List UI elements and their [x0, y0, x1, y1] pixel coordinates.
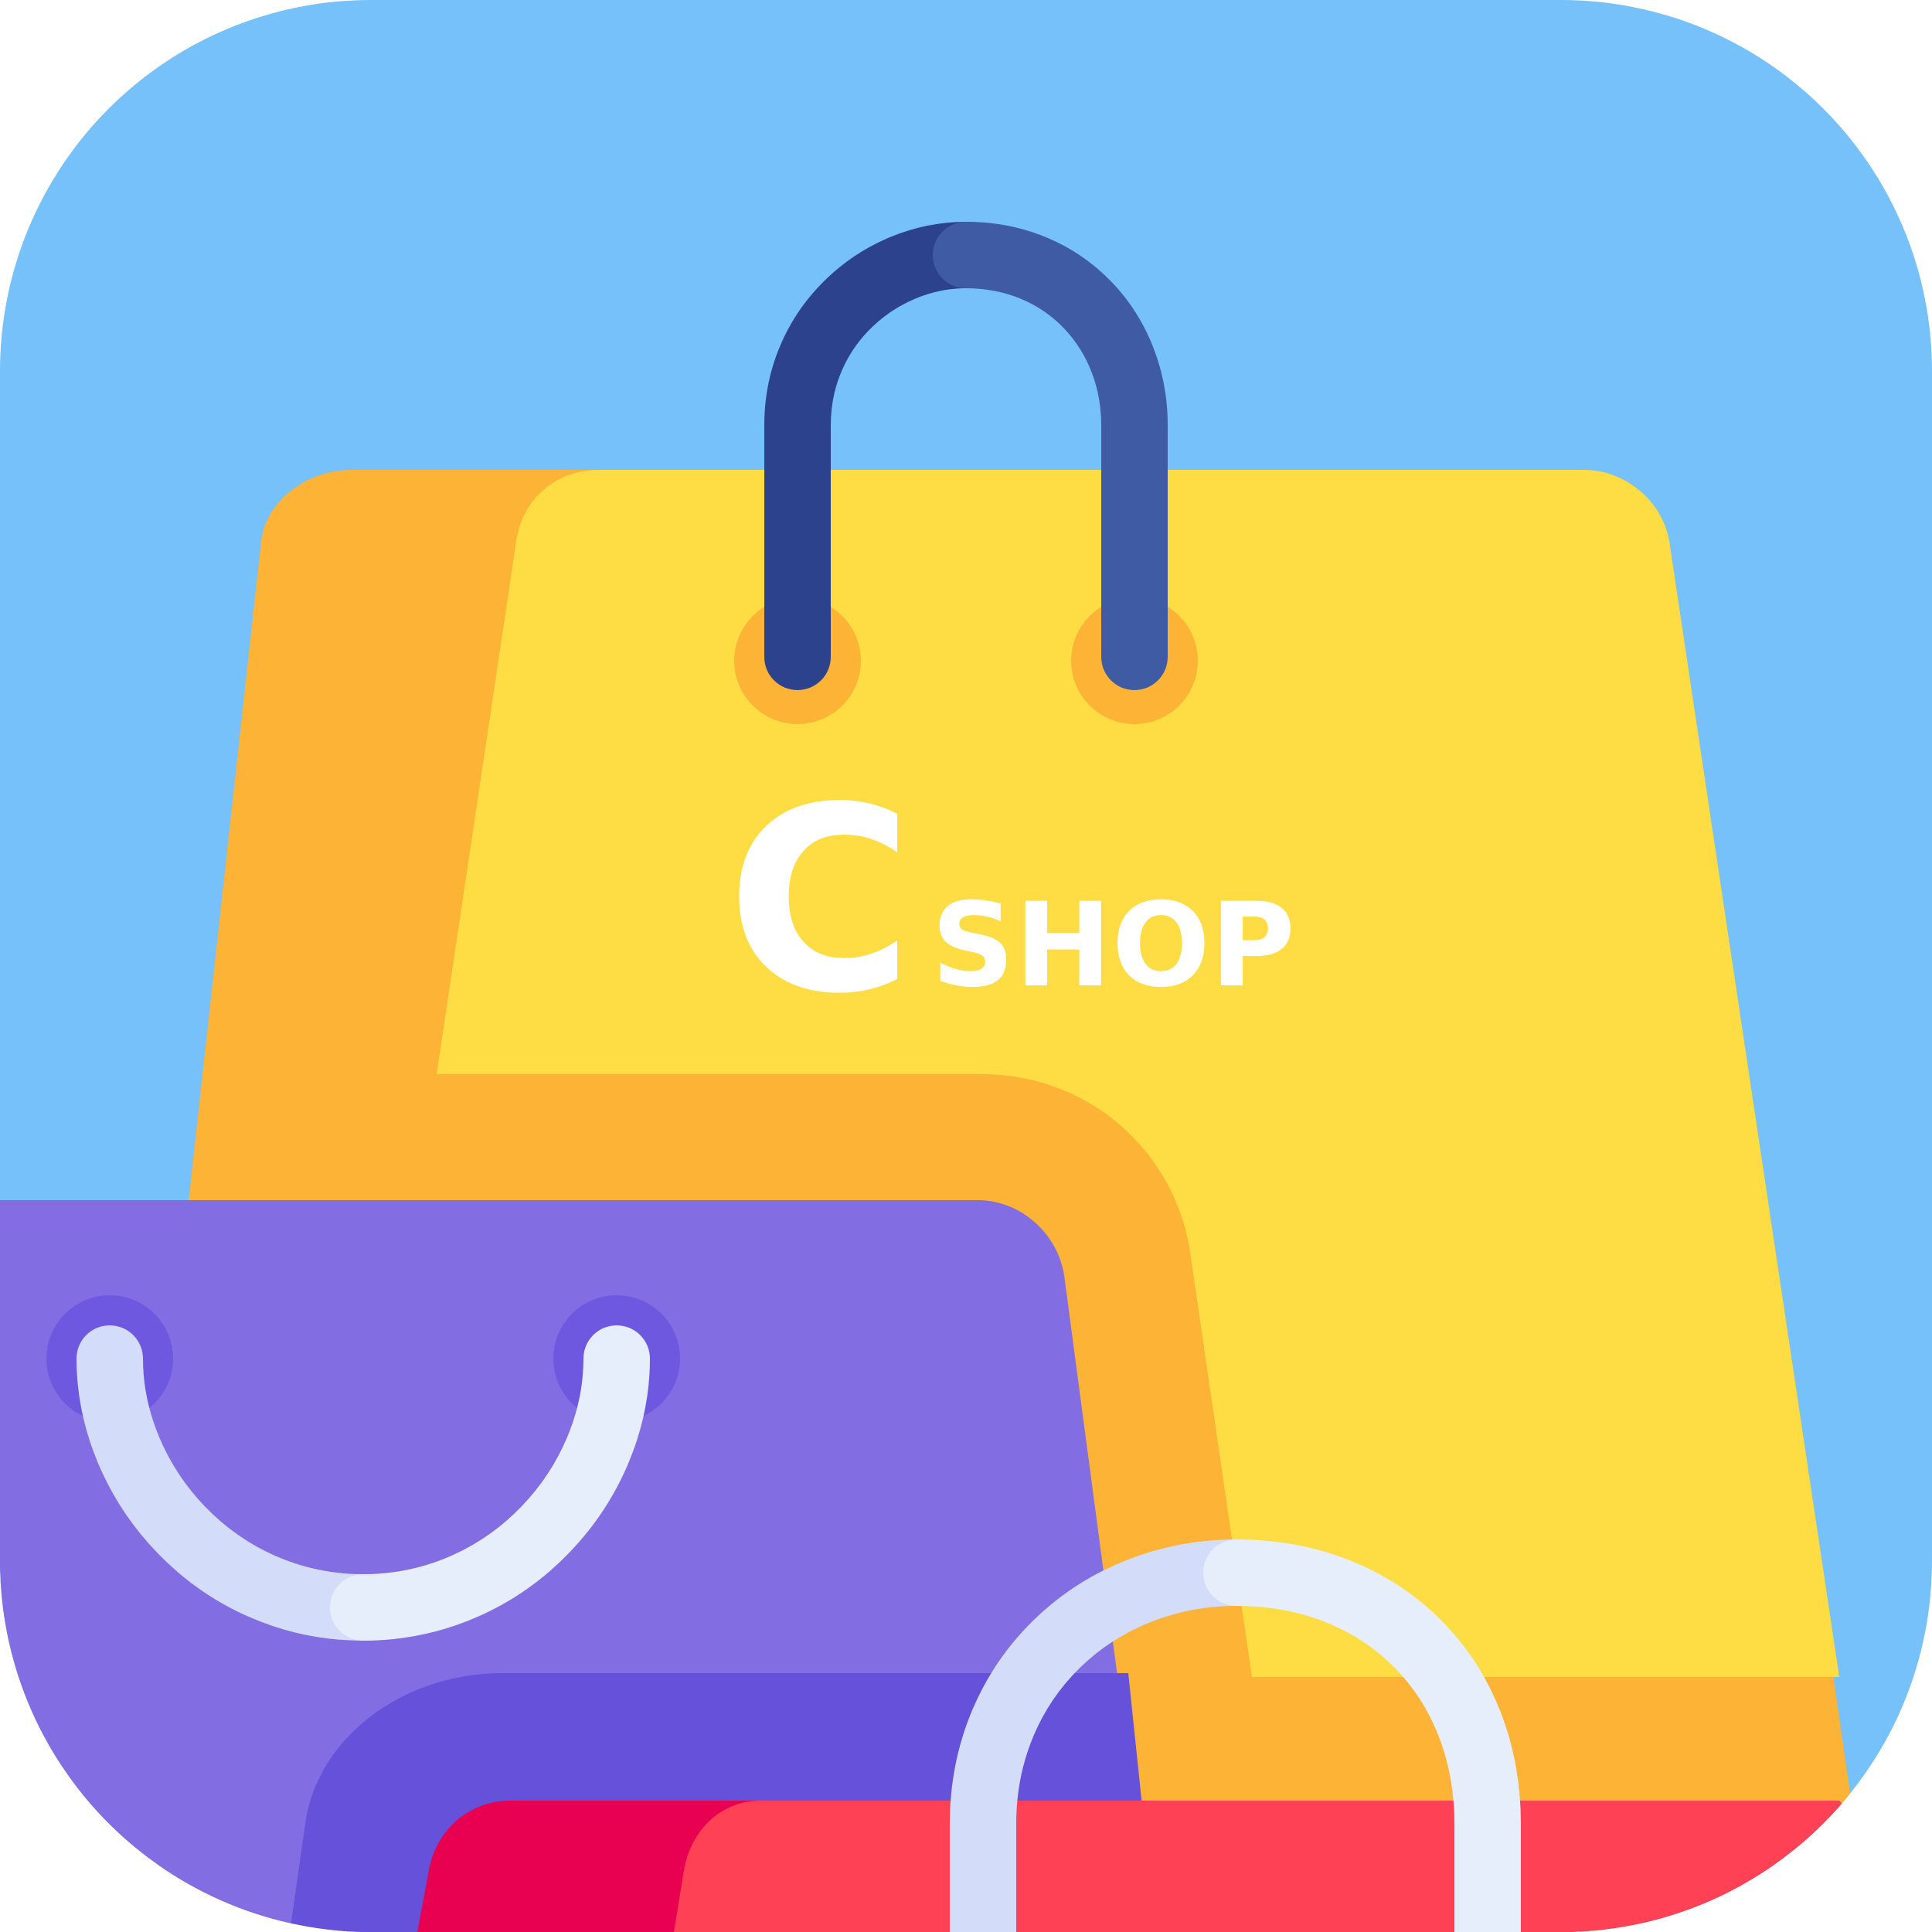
- brand-initial: C: [726, 753, 913, 1049]
- brand-word: SHOP: [931, 879, 1295, 1013]
- shopping-bags-app-icon: C SHOP: [0, 0, 1932, 1932]
